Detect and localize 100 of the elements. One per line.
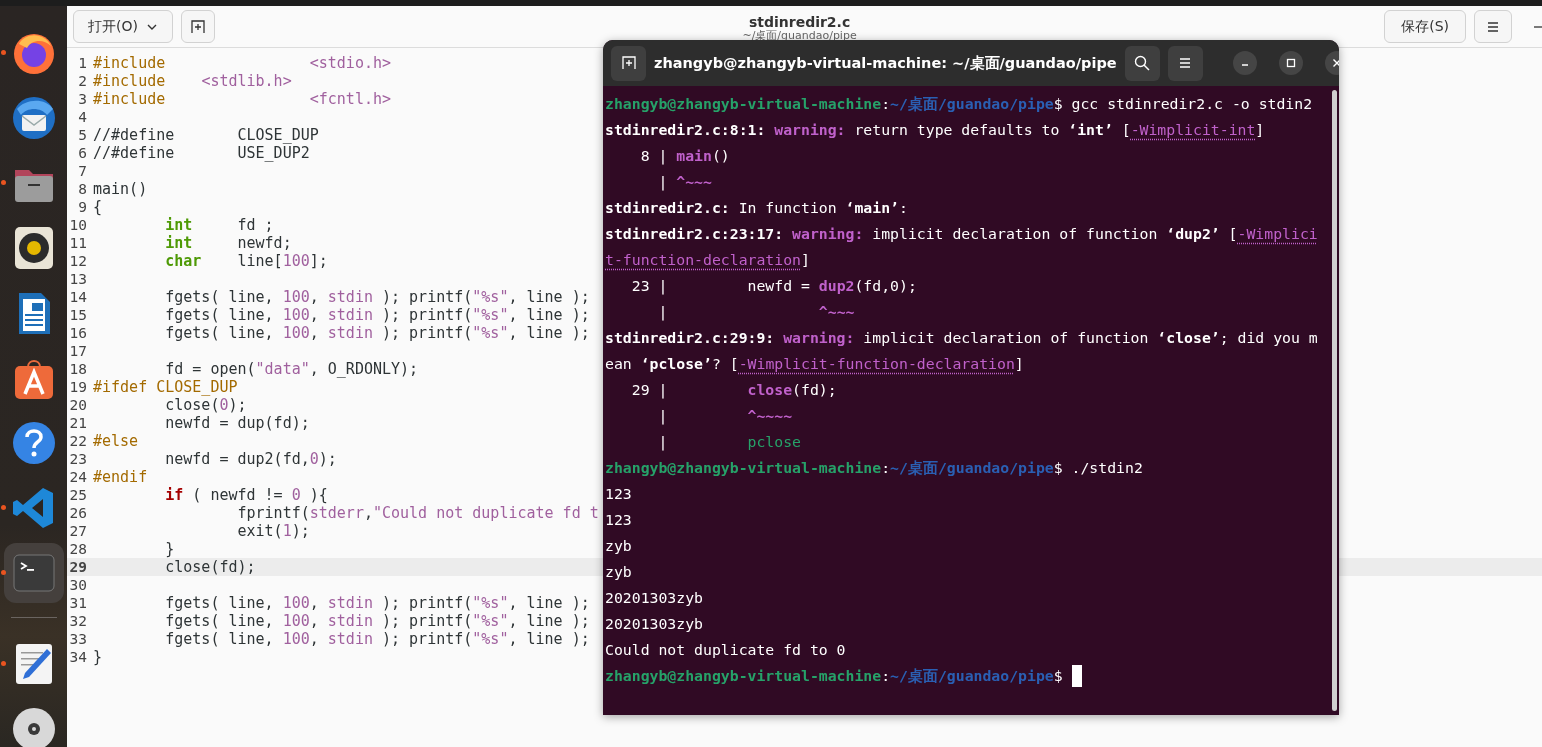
code-line: main() — [93, 180, 148, 198]
terminal-line: | ^~~~ — [657, 302, 855, 323]
code-line: { — [93, 198, 103, 216]
line-number: 16 — [68, 324, 87, 342]
menu-icon — [1487, 20, 1499, 33]
terminal-line: 8 | main() — [639, 146, 730, 167]
code-line: newfd = dup2(fd,0); — [164, 450, 337, 468]
terminal-line: zhangyb@zhangyb-virtual-machine:~/桌面/guandao/pipe$ gcc stdinredir2.c -o stdin2 — [605, 94, 1313, 114]
line-number: 20 — [68, 396, 87, 414]
search-button[interactable] — [1124, 45, 1160, 81]
code-line: #ifdef CLOSE_DUP — [93, 378, 238, 396]
new-tab-icon — [190, 19, 205, 34]
line-number: 14 — [68, 288, 87, 306]
code-line: } — [93, 648, 103, 666]
code-line: #include <stdio.h> — [93, 54, 392, 72]
line-number: 28 — [68, 540, 87, 558]
code-line: #else — [93, 432, 139, 450]
line-number: 11 — [68, 234, 87, 252]
code-line: #include <fcntl.h> — [93, 90, 392, 108]
line-number: 33 — [68, 630, 87, 648]
line-number: 21 — [68, 414, 87, 432]
terminal-line: 123 — [605, 484, 632, 504]
document-title: stdinredir2.c — [748, 13, 851, 30]
line-number: 30 — [68, 576, 87, 594]
code-line: int fd ; — [164, 216, 274, 234]
line-number: 2 — [77, 72, 87, 90]
terminal-line: zyb — [605, 562, 632, 582]
code-line: #include <stdlib.h> — [93, 72, 292, 90]
line-number: 9 — [77, 198, 87, 216]
code-line: int newfd; — [164, 234, 292, 252]
line-number: 3 — [77, 90, 87, 108]
new-tab-button[interactable] — [180, 10, 215, 43]
code-line: fgets( line, 100, stdin ); printf("%s", line ); — [164, 306, 590, 324]
line-number: 7 — [77, 162, 87, 180]
code-line: close(fd); — [164, 558, 256, 576]
terminal-line: | ^~~~~ — [657, 406, 793, 427]
terminal-line: 20201303zyb — [605, 614, 703, 634]
line-number: 4 — [77, 108, 87, 126]
code-line: fgets( line, 100, stdin ); printf("%s", line ); — [164, 288, 590, 306]
mail-icon — [10, 94, 57, 141]
terminal-line: 20201303zyb — [605, 588, 703, 608]
line-number: 29 — [68, 558, 87, 576]
code-line: char line[100]; — [164, 252, 328, 270]
code-line: //#define USE_DUP2 — [93, 144, 310, 162]
scrollbar[interactable] — [1332, 90, 1337, 711]
new-tab-button[interactable] — [611, 45, 646, 81]
line-number: 15 — [68, 306, 87, 324]
line-number: 22 — [68, 432, 87, 450]
code-line: #endif — [93, 468, 148, 486]
new-tab-icon — [621, 56, 636, 70]
menu-button[interactable] — [1167, 45, 1203, 81]
menu-icon — [1179, 57, 1192, 69]
save-button[interactable]: 保存(S) — [1384, 10, 1466, 43]
line-number: 31 — [68, 594, 87, 612]
terminal-line: stdinredir2.c:29:9: warning: implicit declaration of function ‘close’; did you m — [605, 328, 1318, 348]
line-number: 13 — [68, 270, 87, 288]
line-number: 12 — [68, 252, 87, 270]
code-line: fgets( line, 100, stdin ); printf("%s", line ); — [164, 324, 590, 342]
maximize-button[interactable] — [1278, 51, 1303, 75]
line-number: 23 — [68, 450, 87, 468]
terminal-line: ean ‘pclose’? [-Wimplicit-function-declaration] — [605, 354, 1024, 374]
terminal-line: zhangyb@zhangyb-virtual-machine:~/桌面/guandao/pipe$ — [605, 666, 1063, 686]
code-line: if ( newfd != 0 ){ — [164, 486, 328, 504]
code-line: fgets( line, 100, stdin ); printf("%s", line ); — [164, 594, 590, 612]
close-icon — [1331, 58, 1339, 68]
terminal-line: Could not duplicate fd to 0 — [605, 640, 846, 660]
line-number: 24 — [68, 468, 87, 486]
open-button[interactable]: 打开(O) — [73, 10, 173, 43]
terminal-line: zyb — [605, 536, 632, 556]
maximize-icon — [1285, 58, 1296, 68]
line-number: 34 — [68, 648, 87, 666]
document-path: ~/桌面/guandao/pipe — [742, 29, 857, 42]
line-number: 10 — [68, 216, 87, 234]
code-line: close(0); — [164, 396, 247, 414]
line-number: 8 — [77, 180, 87, 198]
code-line: fgets( line, 100, stdin ); printf("%s", line ); — [164, 612, 590, 630]
line-number: 17 — [68, 342, 87, 360]
code-line: exit(1); — [236, 522, 310, 540]
terminal-line: 123 — [605, 510, 632, 530]
line-number: 6 — [77, 144, 87, 162]
terminal-line: | pclose — [657, 432, 801, 453]
terminal-title: zhangyb@zhangyb-virtual-machine: ~/桌面/guandao/pipe — [654, 53, 1117, 73]
terminal-line: zhangyb@zhangyb-virtual-machine:~/桌面/guandao/pipe$ ./stdin2 — [605, 458, 1143, 478]
terminal-line: stdinredir2.c: In function ‘main’: — [605, 198, 908, 218]
line-number: 5 — [77, 126, 87, 144]
terminal-line: 29 | close(fd); — [630, 380, 837, 401]
line-number: 26 — [68, 504, 87, 522]
line-number: 1 — [77, 54, 87, 72]
code-line: } — [164, 540, 175, 558]
terminal-line: stdinredir2.c:23:17: warning: implicit declaration of function ‘dup2’ [-Wimplici — [605, 224, 1318, 244]
terminal-line: stdinredir2.c:8:1: warning: return type defaults to ‘int’ [-Wimplicit-int] — [605, 120, 1265, 140]
search-icon — [1134, 55, 1151, 71]
code-line: newfd = dup(fd); — [164, 414, 310, 432]
code-line: fd = open("data", O_RDONLY); — [164, 360, 419, 378]
line-number: 27 — [68, 522, 87, 540]
code-line: //#define CLOSE_DUP — [93, 126, 319, 144]
menu-button[interactable] — [1474, 10, 1512, 43]
help-icon — [10, 419, 57, 466]
line-number: 19 — [68, 378, 87, 396]
code-line: fprintf(stderr,"Could not duplicate fd t — [236, 504, 599, 522]
